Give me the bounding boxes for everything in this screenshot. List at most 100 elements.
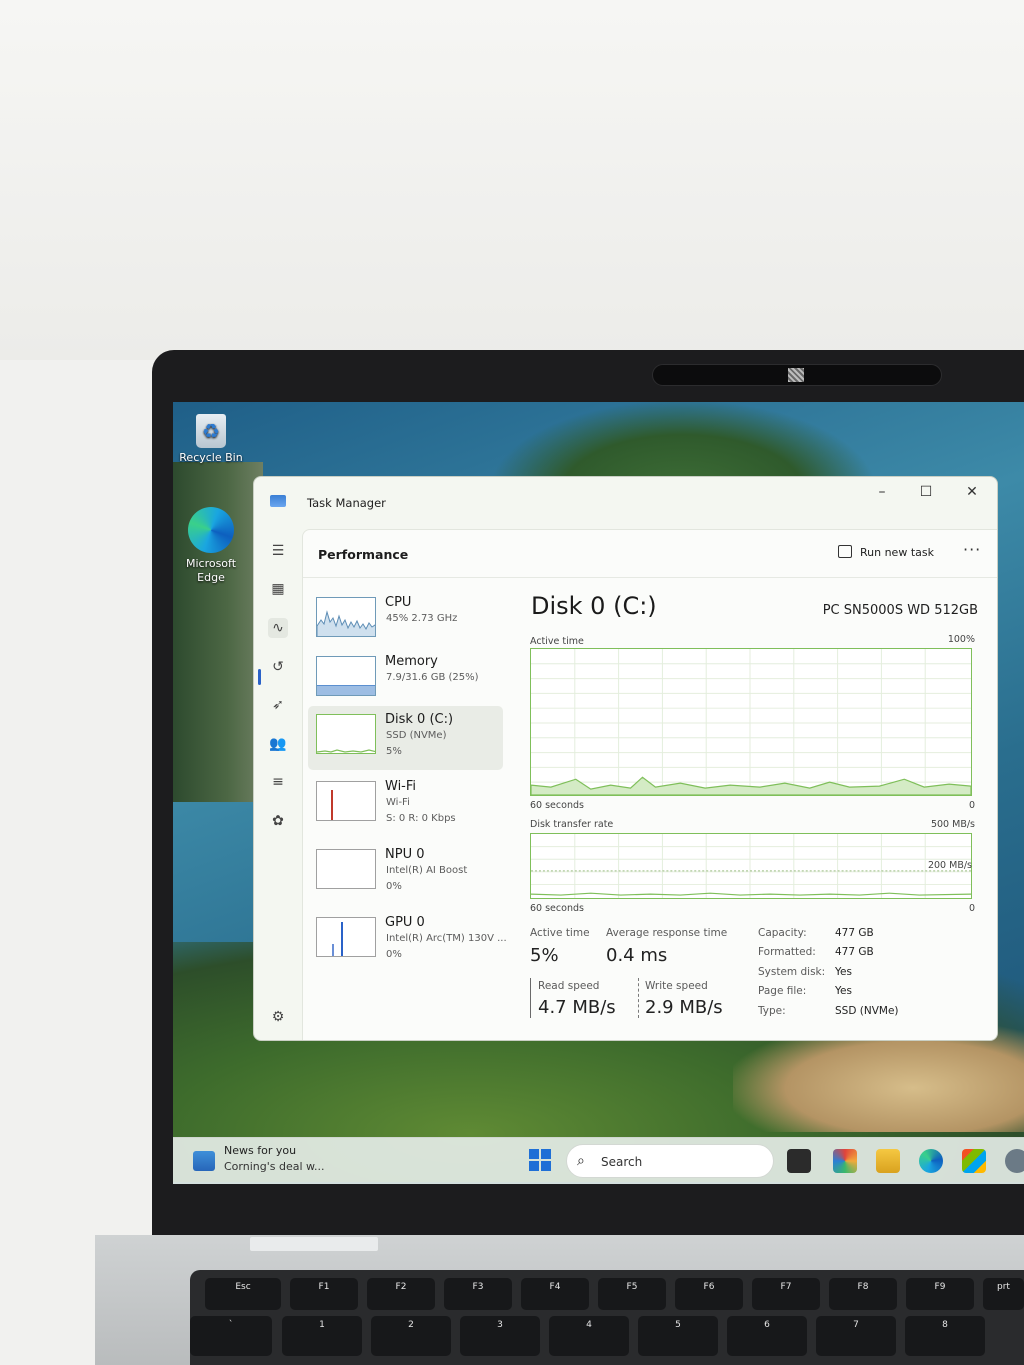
desktop-icon-edge[interactable]: Microsoft Edge bbox=[176, 507, 246, 585]
graph1-min: 0 bbox=[968, 800, 975, 811]
perf-item-cpu[interactable]: CPU 45% 2.73 GHz bbox=[308, 589, 503, 653]
info-value: Yes bbox=[835, 966, 852, 978]
start-button[interactable] bbox=[529, 1149, 551, 1171]
perf-item-sub2: 0% bbox=[386, 949, 402, 960]
app-history-icon[interactable]: ↺ bbox=[268, 657, 288, 677]
disk-detail-pane: Disk 0 (C:) PC SN5000S WD 512GB Active t… bbox=[528, 578, 978, 1038]
run-new-task-label: Run new task bbox=[860, 546, 934, 559]
background-wall bbox=[0, 0, 1024, 360]
key-backtick[interactable]: ` bbox=[190, 1316, 272, 1356]
key-f9[interactable]: F9 bbox=[906, 1278, 974, 1310]
maximize-button[interactable]: ☐ bbox=[906, 481, 946, 503]
perf-item-disk[interactable]: Disk 0 (C:) SSD (NVMe) 5% bbox=[308, 706, 503, 770]
store-icon[interactable] bbox=[962, 1149, 986, 1173]
taskbar: News for you Corning's deal w... ⌕ Searc… bbox=[173, 1137, 1024, 1184]
active-time-label: Active time bbox=[530, 927, 590, 939]
close-button[interactable]: ✕ bbox=[952, 481, 992, 503]
read-speed-value: 4.7 MB/s bbox=[538, 997, 616, 1018]
performance-page: Performance Run new task ··· CPU 45% 2.7… bbox=[302, 529, 997, 1040]
desktop-icon-label: Microsoft Edge bbox=[185, 557, 237, 584]
key-2[interactable]: 2 bbox=[371, 1316, 451, 1356]
write-speed-label: Write speed bbox=[645, 980, 708, 992]
key-5[interactable]: 5 bbox=[638, 1316, 718, 1356]
window-title: Task Manager bbox=[307, 496, 386, 510]
perf-item-memory[interactable]: Memory 7.9/31.6 GB (25%) bbox=[308, 648, 503, 712]
microsoft-365-icon[interactable] bbox=[833, 1149, 857, 1173]
disk-model: PC SN5000S WD 512GB bbox=[822, 603, 978, 618]
write-speed-divider bbox=[638, 978, 639, 1018]
news-subtitle[interactable]: Corning's deal w... bbox=[224, 1160, 325, 1173]
key-f1[interactable]: F1 bbox=[290, 1278, 358, 1310]
read-speed-label: Read speed bbox=[538, 980, 600, 992]
npu-thumbnail bbox=[316, 849, 376, 889]
perf-item-npu[interactable]: NPU 0 Intel(R) AI Boost 0% bbox=[308, 841, 503, 905]
edge-taskbar-icon[interactable] bbox=[919, 1149, 943, 1173]
task-view-icon[interactable] bbox=[787, 1149, 811, 1173]
desktop-icon-recycle-bin[interactable]: ♻ Recycle Bin bbox=[176, 414, 246, 465]
laptop-hinge bbox=[250, 1237, 378, 1251]
gpu-thumbnail bbox=[316, 917, 376, 957]
news-title[interactable]: News for you bbox=[224, 1144, 296, 1157]
key-4[interactable]: 4 bbox=[549, 1316, 629, 1356]
settings-taskbar-icon[interactable] bbox=[1005, 1149, 1024, 1173]
nav-selection-indicator bbox=[258, 669, 261, 685]
info-key: Type: bbox=[758, 1005, 786, 1017]
webcam-shutter bbox=[788, 368, 804, 382]
minimize-button[interactable]: – bbox=[862, 481, 902, 503]
perf-item-name: GPU 0 bbox=[385, 915, 425, 930]
key-f2[interactable]: F2 bbox=[367, 1278, 435, 1310]
run-task-icon bbox=[838, 545, 852, 558]
key-f7[interactable]: F7 bbox=[752, 1278, 820, 1310]
perf-item-sub: Intel(R) Arc(TM) 130V ... bbox=[386, 933, 507, 944]
more-options-icon[interactable]: ··· bbox=[963, 540, 981, 559]
key-prtsc[interactable]: prt bbox=[983, 1278, 1024, 1310]
graph2-time: 60 seconds bbox=[530, 903, 584, 914]
users-icon[interactable]: 👥 bbox=[268, 734, 288, 754]
recycle-bin-icon: ♻ bbox=[196, 414, 226, 448]
title-bar[interactable]: Task Manager – ☐ ✕ bbox=[254, 477, 997, 527]
settings-gear-icon[interactable]: ⚙ bbox=[268, 1007, 288, 1027]
transfer-rate-graph bbox=[530, 833, 972, 899]
key-f4[interactable]: F4 bbox=[521, 1278, 589, 1310]
perf-item-name: CPU bbox=[385, 595, 412, 610]
perf-item-gpu[interactable]: GPU 0 Intel(R) Arc(TM) 130V ... 0% bbox=[308, 909, 507, 973]
key-6[interactable]: 6 bbox=[727, 1316, 807, 1356]
avg-response-label: Average response time bbox=[606, 927, 728, 939]
key-7[interactable]: 7 bbox=[816, 1316, 896, 1356]
key-f8[interactable]: F8 bbox=[829, 1278, 897, 1310]
key-1[interactable]: 1 bbox=[282, 1316, 362, 1356]
file-explorer-icon[interactable] bbox=[876, 1149, 900, 1173]
active-time-graph bbox=[530, 648, 972, 796]
run-new-task-button[interactable]: Run new task bbox=[838, 543, 934, 563]
key-esc[interactable]: Esc bbox=[205, 1278, 281, 1310]
key-f5[interactable]: F5 bbox=[598, 1278, 666, 1310]
services-icon[interactable]: ✿ bbox=[268, 811, 288, 831]
cpu-thumbnail bbox=[316, 597, 376, 637]
perf-item-wifi[interactable]: Wi-Fi Wi-Fi S: 0 R: 0 Kbps bbox=[308, 773, 503, 837]
startup-apps-icon[interactable]: ➶ bbox=[268, 695, 288, 715]
performance-icon[interactable]: ∿ bbox=[268, 618, 288, 638]
read-speed-divider bbox=[530, 978, 531, 1018]
keyboard: Esc F1 F2 F3 F4 F5 F6 F7 F8 F9 prt ` 1 2… bbox=[190, 1270, 1024, 1365]
info-key: System disk: bbox=[758, 966, 826, 978]
perf-item-sub2: 5% bbox=[386, 746, 402, 757]
info-key: Capacity: bbox=[758, 927, 807, 939]
page-title: Performance bbox=[318, 547, 409, 562]
perf-item-sub2: 0% bbox=[386, 881, 402, 892]
details-icon[interactable]: ≡ bbox=[268, 772, 288, 792]
news-icon[interactable] bbox=[193, 1151, 215, 1171]
search-icon: ⌕ bbox=[577, 1153, 585, 1169]
processes-icon[interactable]: ▦ bbox=[268, 579, 288, 599]
detail-title: Disk 0 (C:) bbox=[531, 592, 657, 620]
hamburger-menu-icon[interactable]: ☰ bbox=[268, 541, 288, 561]
perf-item-sub: 7.9/31.6 GB (25%) bbox=[386, 672, 479, 683]
task-manager-window: Task Manager – ☐ ✕ ☰ ▦ ∿ ↺ ➶ 👥 ≡ ✿ ⚙ Per… bbox=[253, 476, 998, 1041]
perf-item-sub: SSD (NVMe) bbox=[386, 730, 447, 741]
search-placeholder: Search bbox=[601, 1155, 643, 1169]
taskbar-search[interactable]: ⌕ Search bbox=[566, 1144, 774, 1178]
key-8[interactable]: 8 bbox=[905, 1316, 985, 1356]
key-3[interactable]: 3 bbox=[460, 1316, 540, 1356]
key-f3[interactable]: F3 bbox=[444, 1278, 512, 1310]
info-value: SSD (NVMe) bbox=[835, 1005, 899, 1017]
key-f6[interactable]: F6 bbox=[675, 1278, 743, 1310]
